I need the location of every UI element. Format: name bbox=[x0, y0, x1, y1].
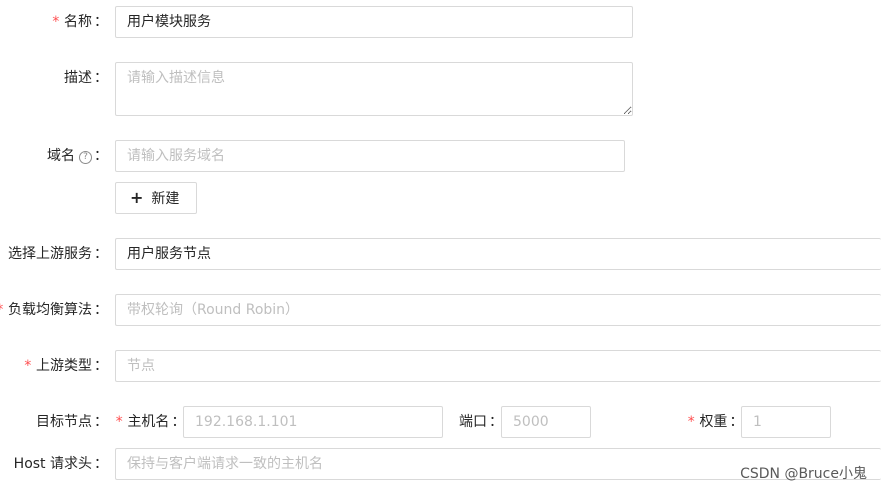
algorithm-select[interactable]: 带权轮询（Round Robin） bbox=[115, 294, 881, 326]
port-label: 端口： bbox=[459, 414, 503, 430]
host-label: * 主机名： bbox=[115, 414, 186, 430]
domain-label: 域名?： bbox=[47, 148, 108, 164]
weight-input[interactable]: 1 bbox=[741, 406, 831, 438]
upstream-type-placeholder: 节点 bbox=[127, 358, 155, 374]
host-placeholder: 192.168.1.101 bbox=[195, 414, 298, 430]
description-textarea[interactable] bbox=[115, 62, 633, 116]
required-mark: * bbox=[0, 302, 4, 318]
weight-placeholder: 1 bbox=[753, 414, 762, 430]
algorithm-placeholder: 带权轮询（Round Robin） bbox=[127, 302, 300, 318]
algorithm-label: *负载均衡算法： bbox=[0, 294, 108, 326]
upstream-select[interactable]: 用户服务节点 bbox=[115, 238, 881, 270]
domain-placeholder: 请输入服务域名 bbox=[127, 148, 225, 164]
upstream-type-select[interactable]: 节点 bbox=[115, 350, 881, 382]
new-button-label: 新建 bbox=[151, 191, 180, 207]
required-mark: * bbox=[51, 14, 60, 30]
watermark: CSDN @Bruce小鬼 bbox=[740, 466, 867, 482]
question-circle-icon[interactable]: ? bbox=[79, 151, 92, 164]
required-mark: * bbox=[115, 414, 124, 430]
domain-input[interactable]: 请输入服务域名 bbox=[115, 140, 625, 172]
port-input[interactable]: 5000 bbox=[501, 406, 591, 438]
port-placeholder: 5000 bbox=[513, 414, 549, 430]
upstream-label: 选择上游服务： bbox=[8, 246, 108, 262]
weight-label: * 权重： bbox=[687, 414, 744, 430]
required-mark: * bbox=[23, 358, 32, 374]
host-input[interactable]: 192.168.1.101 bbox=[183, 406, 443, 438]
host-header-placeholder: 保持与客户端请求一致的主机名 bbox=[127, 456, 323, 472]
name-label: * 名称： bbox=[51, 14, 108, 30]
plus-icon: + bbox=[130, 188, 144, 207]
upstream-type-label: * 上游类型： bbox=[23, 358, 108, 374]
name-input[interactable]: 用户模块服务 bbox=[115, 6, 633, 38]
host-header-label: Host 请求头： bbox=[13, 456, 108, 472]
description-label: 描述： bbox=[64, 70, 108, 86]
required-mark: * bbox=[687, 414, 696, 430]
target-node-label: 目标节点： bbox=[36, 414, 108, 430]
new-domain-button[interactable]: + 新建 bbox=[115, 182, 197, 214]
